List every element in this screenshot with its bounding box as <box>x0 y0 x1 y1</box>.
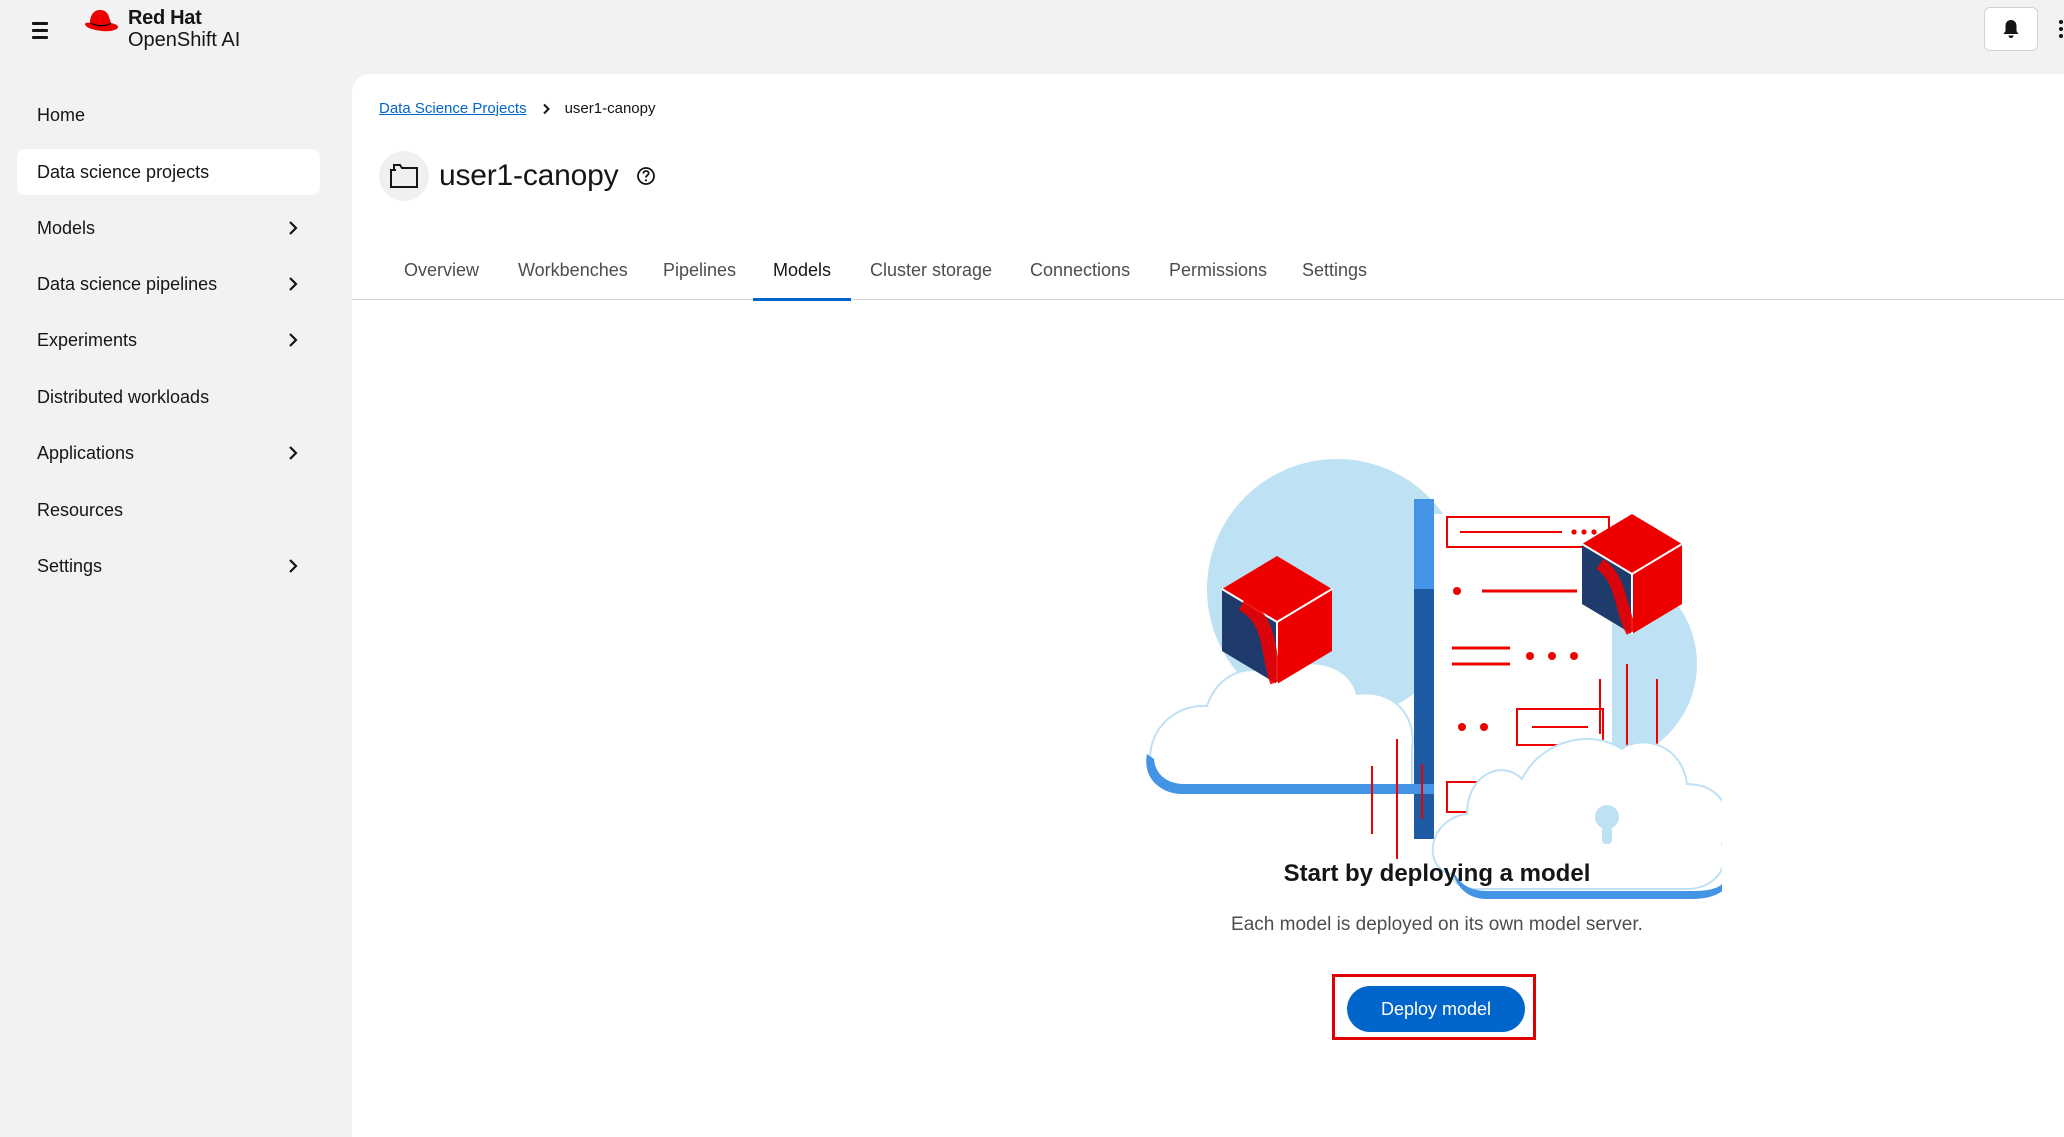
tab-pipelines[interactable]: Pipelines <box>643 242 756 300</box>
tab-overview[interactable]: Overview <box>384 242 499 300</box>
breadcrumb: Data Science Projects user1-canopy <box>379 100 655 117</box>
sidebar-item-label: Data science pipelines <box>37 273 218 294</box>
brand-line2: OpenShift AI <box>128 29 241 51</box>
sidebar-item-settings[interactable]: Settings <box>17 543 320 589</box>
masthead: Red Hat OpenShift AI <box>0 0 2064 74</box>
empty-state-body: Each model is deployed on its own model … <box>1231 914 1643 935</box>
deploy-model-button[interactable]: Deploy model <box>1347 986 1525 1032</box>
breadcrumb-current: user1-canopy <box>564 100 656 117</box>
bell-icon <box>2003 20 2019 38</box>
notifications-button[interactable] <box>1984 7 2038 51</box>
breadcrumb-link-projects[interactable]: Data Science Projects <box>379 100 527 117</box>
tab-cluster-storage[interactable]: Cluster storage <box>850 242 1012 300</box>
sidebar-item-experiments[interactable]: Experiments <box>17 317 320 363</box>
sidebar-item-label: Applications <box>37 442 135 463</box>
page-header: user1-canopy <box>379 151 656 201</box>
sidebar-nav: Home Data science projects Models Data s… <box>0 74 350 1137</box>
project-tabs: Overview Workbenches Pipelines Models Cl… <box>352 242 2064 301</box>
tab-workbenches[interactable]: Workbenches <box>498 242 648 300</box>
sidebar-item-models[interactable]: Models <box>17 205 320 251</box>
tab-connections[interactable]: Connections <box>1010 242 1150 300</box>
sidebar-item-label: Home <box>37 104 86 125</box>
empty-state-illustration <box>1146 459 1722 899</box>
sidebar-item-label: Distributed workloads <box>37 386 210 407</box>
project-icon <box>379 151 429 201</box>
hamburger-menu-icon[interactable] <box>30 20 50 40</box>
sidebar-item-label: Experiments <box>37 329 138 350</box>
sidebar-item-label: Data science projects <box>37 161 210 182</box>
sidebar-item-data-science-projects[interactable]: Data science projects <box>17 149 320 195</box>
sidebar-item-label: Models <box>37 217 96 238</box>
kebab-menu-icon[interactable] <box>2058 20 2064 40</box>
chevron-right-icon <box>289 221 298 235</box>
tab-settings[interactable]: Settings <box>1282 242 1387 300</box>
sidebar-item-label: Resources <box>37 499 124 520</box>
main-content: Data Science Projects user1-canopy user1… <box>352 74 2064 1137</box>
chevron-right-icon <box>289 446 298 460</box>
tab-permissions[interactable]: Permissions <box>1149 242 1287 300</box>
chevron-right-icon <box>289 333 298 347</box>
deploy-model-highlight: Deploy model <box>1332 974 1536 1040</box>
sidebar-item-resources[interactable]: Resources <box>17 487 320 533</box>
chevron-right-icon <box>289 277 298 291</box>
redhat-logo-icon <box>85 10 118 32</box>
folder-icon <box>390 164 418 188</box>
empty-state-title: Start by deploying a model <box>1283 860 1591 887</box>
help-icon[interactable] <box>636 166 656 186</box>
brand-logo[interactable]: Red Hat OpenShift AI <box>82 7 240 55</box>
tab-models[interactable]: Models <box>753 242 852 301</box>
sidebar-item-applications[interactable]: Applications <box>17 430 320 476</box>
sidebar-item-data-science-pipelines[interactable]: Data science pipelines <box>17 261 320 307</box>
chevron-right-icon <box>542 103 550 114</box>
sidebar-item-label: Settings <box>37 555 103 576</box>
chevron-right-icon <box>289 559 298 573</box>
page-title: user1-canopy <box>439 159 619 192</box>
sidebar-item-distributed-workloads[interactable]: Distributed workloads <box>17 374 320 420</box>
brand-line1: Red Hat <box>128 7 202 29</box>
sidebar-item-home[interactable]: Home <box>17 92 320 138</box>
